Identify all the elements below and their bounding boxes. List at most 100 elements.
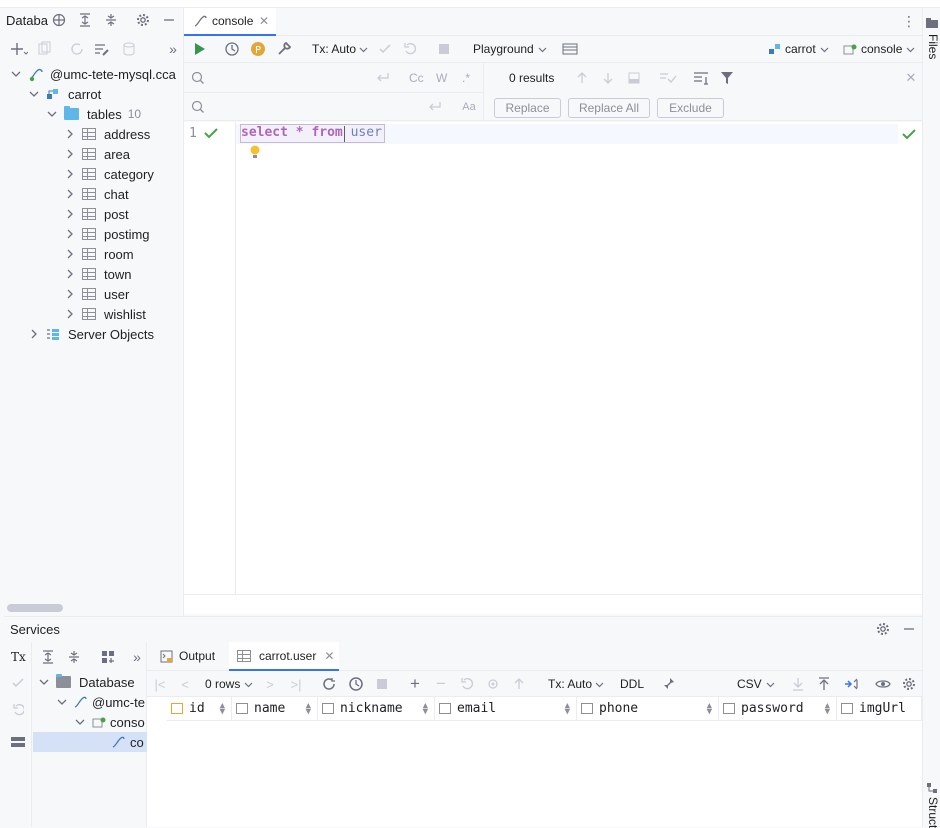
sort-icon[interactable]: ▲ ▼ (306, 701, 311, 716)
upload-icon[interactable] (816, 676, 832, 692)
ddl-button[interactable]: DDL (620, 677, 644, 691)
column-header-phone[interactable]: phone ▲ ▼ (577, 697, 719, 721)
gear-icon[interactable] (900, 676, 918, 692)
close-tab-icon[interactable]: ✕ (259, 14, 269, 28)
history-icon[interactable] (347, 676, 365, 692)
column-header-nickname[interactable]: nickname ▲ ▼ (318, 697, 435, 721)
gear-icon[interactable] (136, 13, 150, 27)
tree-table-item[interactable]: post (64, 204, 129, 224)
replace-all-button[interactable]: Replace All (568, 98, 650, 118)
replace-input[interactable] (210, 97, 420, 117)
eye-icon[interactable] (874, 676, 892, 692)
pin-icon[interactable] (660, 676, 676, 692)
tab-console[interactable]: console ✕ (184, 8, 276, 36)
newline-icon[interactable] (375, 70, 391, 86)
multiline-icon[interactable] (693, 70, 709, 86)
sort-icon[interactable]: ▲ ▼ (707, 701, 712, 716)
chevron-down-icon (244, 680, 253, 689)
search-icon[interactable] (190, 70, 208, 86)
lightbulb-icon[interactable] (248, 144, 262, 160)
tab-output[interactable]: Output (160, 649, 215, 663)
newline-icon[interactable] (427, 99, 443, 115)
session-selector[interactable]: console (843, 42, 915, 56)
tree-table-item[interactable]: address (64, 124, 150, 144)
minimize-icon[interactable] (162, 13, 176, 27)
search-input[interactable] (210, 68, 370, 88)
column-header-name[interactable]: name ▲ ▼ (232, 697, 318, 721)
services-tree-session[interactable]: co (112, 732, 144, 752)
exclude-button[interactable]: Exclude (657, 98, 724, 118)
tree-table-item[interactable]: town (64, 264, 131, 284)
column-header-password[interactable]: password ▲ ▼ (719, 697, 837, 721)
services-tree-database[interactable]: Database (38, 672, 135, 692)
playground-dropdown[interactable]: Playground (473, 42, 547, 56)
tree-table-item[interactable]: user (64, 284, 129, 304)
expand-all-icon[interactable] (40, 649, 56, 665)
more-chevrons-icon[interactable]: » (166, 41, 180, 57)
minimize-icon[interactable] (901, 621, 917, 637)
sort-icon[interactable]: ▲ ▼ (825, 701, 830, 716)
rows-count-dropdown[interactable]: 0 rows (205, 677, 253, 691)
refresh-icon[interactable] (321, 676, 337, 692)
compare-icon[interactable] (842, 676, 860, 692)
code-editor[interactable] (184, 122, 922, 594)
tree-table-item[interactable]: postimg (64, 224, 150, 244)
tree-table-item[interactable]: room (64, 244, 134, 264)
column-header-id[interactable]: id ▲ ▼ (167, 697, 232, 721)
match-case-toggle[interactable]: Cc (409, 71, 424, 85)
add-icon[interactable] (10, 41, 28, 57)
table-view-icon[interactable] (562, 41, 578, 57)
session-selector-label: console (861, 42, 903, 56)
sort-icon[interactable]: ▲ ▼ (220, 701, 225, 716)
last-page-icon: >| (290, 676, 302, 692)
run-icon[interactable] (191, 41, 207, 57)
whole-words-toggle[interactable]: W (436, 71, 447, 85)
tree-schema-carrot[interactable]: carrot (28, 84, 101, 104)
tx-icon[interactable]: Tx (11, 650, 26, 664)
more-vertical-icon[interactable]: ⋮ (902, 13, 916, 29)
schema-edit-icon[interactable] (94, 41, 110, 57)
filter-icon[interactable] (719, 70, 735, 86)
sort-icon[interactable]: ▲ ▼ (565, 701, 570, 716)
tree-table-item[interactable]: category (64, 164, 154, 184)
column-header-imgUrl[interactable]: imgUrl (837, 697, 922, 721)
structure-tool-button[interactable]: Struct (926, 797, 940, 828)
group-by-icon[interactable] (100, 649, 116, 665)
tree-table-item[interactable]: chat (64, 184, 129, 204)
collapse-all-icon[interactable] (104, 13, 118, 27)
settings-wrench-icon[interactable] (276, 41, 292, 57)
services-tree-console[interactable]: conso (74, 712, 145, 732)
session-icon (92, 716, 106, 729)
horizontal-scrollbar[interactable] (7, 604, 63, 612)
schema-selector[interactable]: carrot (768, 42, 829, 56)
sort-icon[interactable]: ▲ ▼ (423, 701, 428, 716)
tree-table-item[interactable]: area (64, 144, 130, 164)
history-icon[interactable] (224, 41, 240, 57)
close-tab-icon[interactable]: ✕ (324, 649, 334, 663)
files-tool-button[interactable]: Files (926, 34, 940, 59)
expand-all-icon[interactable] (78, 13, 92, 27)
close-search-icon[interactable]: ✕ (904, 70, 918, 86)
services-tree-host[interactable]: @umc-te (56, 692, 145, 712)
results-tx-mode-dropdown[interactable]: Tx: Auto (548, 677, 604, 691)
preserve-case-icon[interactable]: Aa (460, 99, 478, 115)
mysql-datasource-icon (28, 66, 44, 82)
tree-tables-folder[interactable]: tables 10 (46, 104, 141, 124)
collapse-all-icon[interactable] (66, 649, 82, 665)
tx-mode-dropdown[interactable]: Tx: Auto (312, 42, 368, 56)
tree-datasource[interactable]: @umc-tete-mysql.cca (10, 64, 176, 84)
pending-transaction-icon[interactable]: P (250, 41, 266, 57)
target-icon[interactable] (52, 13, 66, 27)
layout-icon[interactable] (11, 735, 25, 749)
gear-icon[interactable] (875, 621, 891, 637)
regex-toggle[interactable]: .* (462, 71, 470, 85)
export-format-dropdown[interactable]: CSV (737, 677, 775, 691)
stop-icon (436, 41, 452, 57)
column-header-email[interactable]: email ▲ ▼ (435, 697, 577, 721)
more-chevrons-icon[interactable]: » (130, 649, 144, 665)
add-row-icon[interactable]: + (407, 674, 423, 693)
replace-button[interactable]: Replace (494, 98, 561, 118)
tree-table-item[interactable]: wishlist (64, 304, 146, 324)
tree-server-objects[interactable]: Server Objects (28, 324, 154, 344)
services-database-label: Database (79, 674, 135, 690)
